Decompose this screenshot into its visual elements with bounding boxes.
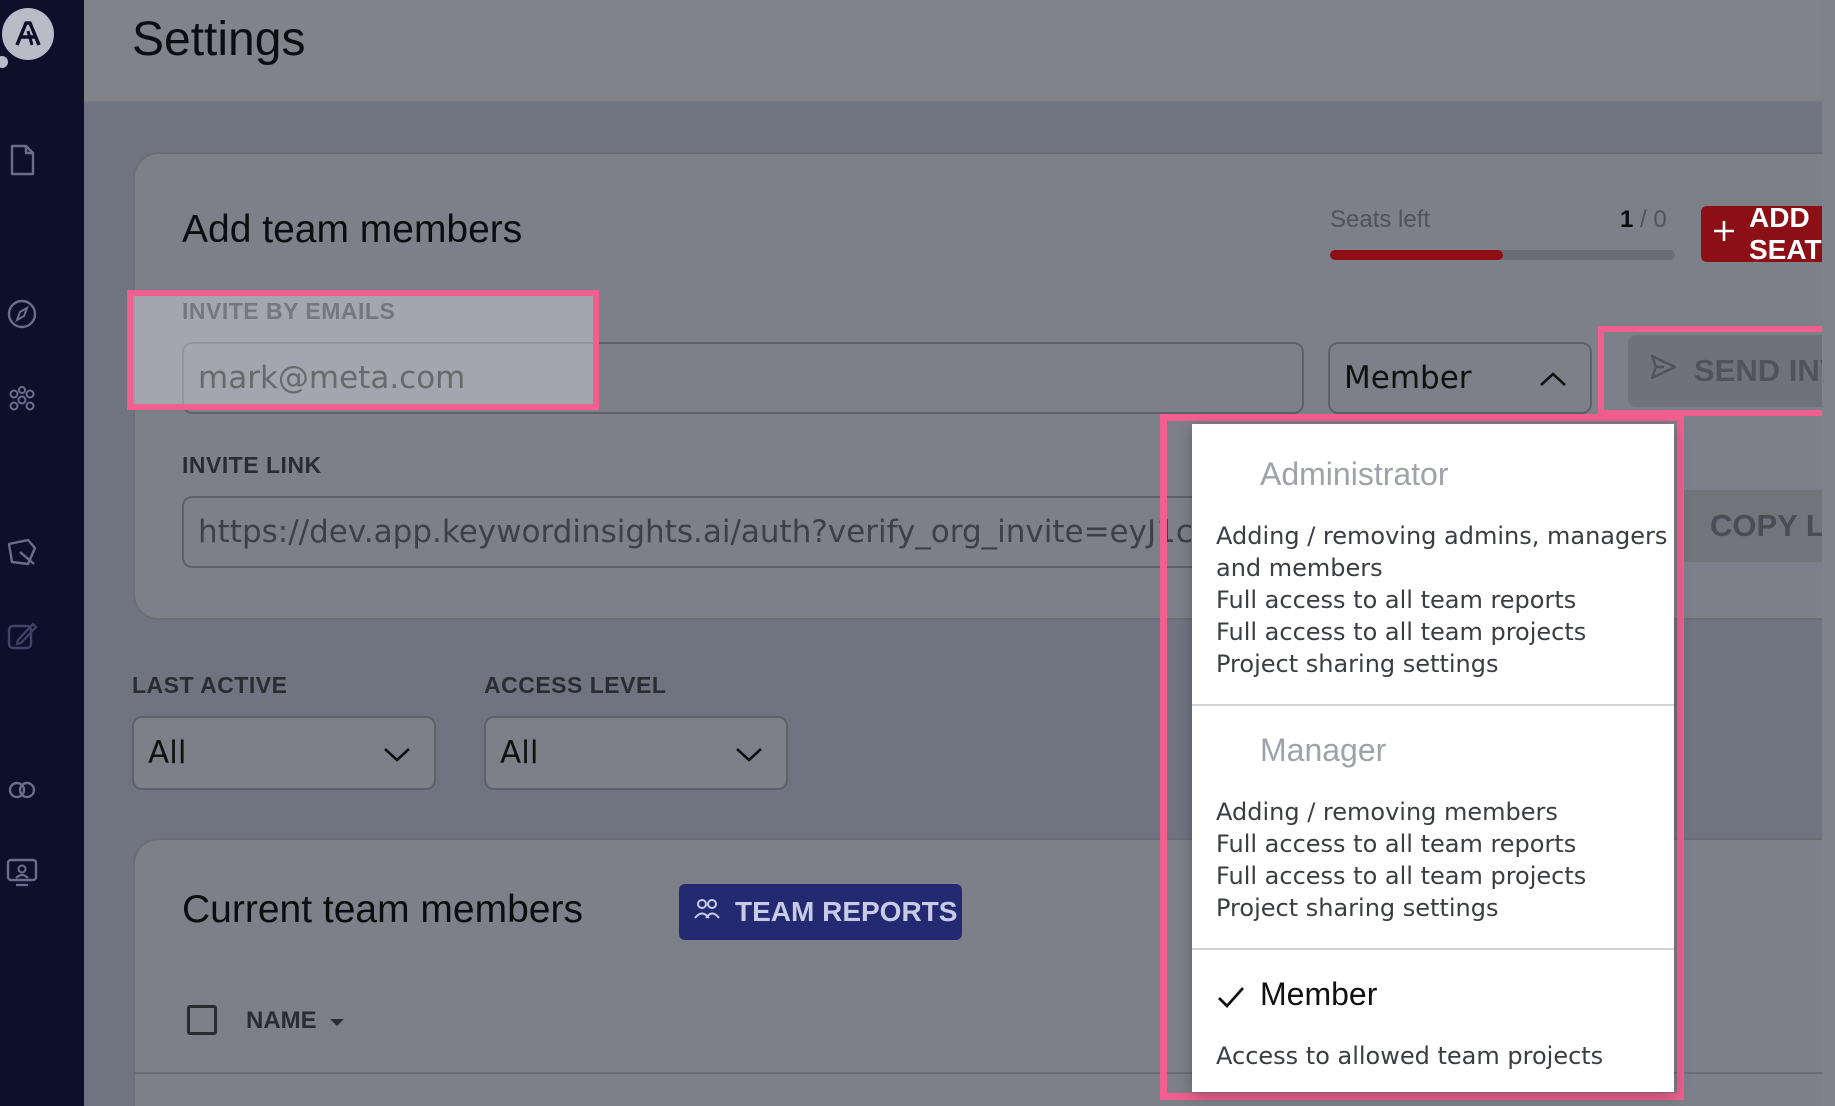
copy-link-label: COPY LINK bbox=[1710, 508, 1835, 543]
invite-link-value: https://dev.app.keywordinsights.ai/auth?… bbox=[198, 514, 1212, 550]
seats-separator: / bbox=[1633, 206, 1654, 233]
role-option-member[interactable]: Member Access to allowed team projects bbox=[1192, 950, 1674, 1092]
sidebar bbox=[0, 0, 84, 1106]
current-members-title: Current team members bbox=[182, 888, 583, 931]
last-active-label: LAST ACTIVE bbox=[132, 672, 288, 698]
highlight-send-invites bbox=[1598, 326, 1835, 416]
desc-line: Adding / removing admins, managers bbox=[1216, 522, 1668, 550]
highlight-invite-email bbox=[127, 290, 599, 410]
name-column-header[interactable]: NAME bbox=[246, 1007, 345, 1035]
chevron-up-icon bbox=[1538, 360, 1568, 396]
desc-line: Project sharing settings bbox=[1216, 650, 1499, 678]
add-seats-button[interactable]: ADD SEATS bbox=[1701, 202, 1835, 265]
chevron-down-icon bbox=[734, 735, 764, 771]
role-option-administrator[interactable]: Administrator Adding / removing admins, … bbox=[1192, 424, 1674, 704]
role-option-title: Member bbox=[1260, 976, 1378, 1012]
last-active-select[interactable]: All bbox=[132, 716, 436, 790]
page-header: Settings bbox=[84, 0, 1835, 103]
invite-link-input[interactable]: https://dev.app.keywordinsights.ai/auth?… bbox=[182, 496, 1212, 568]
desc-line: Full access to all team projects bbox=[1216, 862, 1587, 890]
seats-count: 1 / 0 bbox=[1620, 206, 1667, 234]
draw-icon[interactable] bbox=[4, 534, 40, 570]
desc-line: and members bbox=[1216, 554, 1383, 582]
seats-used: 1 bbox=[1620, 206, 1634, 233]
desc-line: Access to allowed team projects bbox=[1216, 1042, 1604, 1070]
team-reports-button[interactable]: TEAM REPORTS bbox=[679, 884, 962, 940]
monitor-icon[interactable] bbox=[4, 854, 40, 890]
role-option-description: Adding / removing admins, managers and m… bbox=[1216, 520, 1667, 680]
role-dropdown-menu: Administrator Adding / removing admins, … bbox=[1192, 424, 1674, 1092]
desc-line: Full access to all team projects bbox=[1216, 618, 1587, 646]
access-level-select[interactable]: All bbox=[484, 716, 788, 790]
role-select-value: Member bbox=[1344, 360, 1472, 396]
desc-line: Full access to all team reports bbox=[1216, 586, 1577, 614]
users-icon bbox=[693, 896, 721, 928]
seats-label: Seats left bbox=[1330, 206, 1431, 233]
compass-icon[interactable] bbox=[4, 296, 40, 332]
role-option-description: Access to allowed team projects bbox=[1216, 1040, 1603, 1072]
invite-link-label: INVITE LINK bbox=[182, 452, 322, 478]
access-level-label: ACCESS LEVEL bbox=[484, 672, 667, 698]
desc-line: Full access to all team reports bbox=[1216, 830, 1577, 858]
role-select[interactable]: Member bbox=[1328, 342, 1592, 414]
last-active-value: All bbox=[148, 735, 187, 771]
role-option-title: Administrator bbox=[1260, 456, 1449, 492]
name-column-label: NAME bbox=[246, 1007, 317, 1034]
logo-icon[interactable] bbox=[2, 8, 54, 60]
role-option-manager[interactable]: Manager Adding / removing members Full a… bbox=[1192, 706, 1674, 948]
status-dot bbox=[0, 56, 8, 68]
desc-line: Adding / removing members bbox=[1216, 798, 1558, 826]
add-members-title: Add team members bbox=[182, 208, 523, 251]
seats-progress-fill bbox=[1330, 250, 1503, 260]
edit-icon[interactable] bbox=[4, 618, 40, 654]
team-reports-label: TEAM REPORTS bbox=[735, 896, 958, 927]
plus-icon bbox=[1711, 218, 1737, 251]
chevron-down-icon bbox=[382, 735, 412, 771]
cluster-icon[interactable] bbox=[4, 382, 40, 418]
role-option-description: Adding / removing members Full access to… bbox=[1216, 796, 1586, 924]
seats-total: 0 bbox=[1653, 206, 1667, 233]
sort-down-icon bbox=[329, 1007, 345, 1035]
access-level-value: All bbox=[500, 735, 539, 771]
check-icon bbox=[1216, 984, 1246, 1014]
copy-link-button[interactable]: COPY LINK bbox=[1680, 490, 1835, 562]
link-icon[interactable] bbox=[4, 772, 40, 808]
seats-progress-bar bbox=[1330, 250, 1675, 260]
desc-line: Project sharing settings bbox=[1216, 894, 1499, 922]
select-all-checkbox[interactable] bbox=[187, 1005, 217, 1035]
role-option-title: Manager bbox=[1260, 732, 1387, 768]
page-title: Settings bbox=[132, 13, 306, 66]
scrollbar[interactable] bbox=[1822, 0, 1835, 1106]
document-icon[interactable] bbox=[4, 142, 40, 178]
